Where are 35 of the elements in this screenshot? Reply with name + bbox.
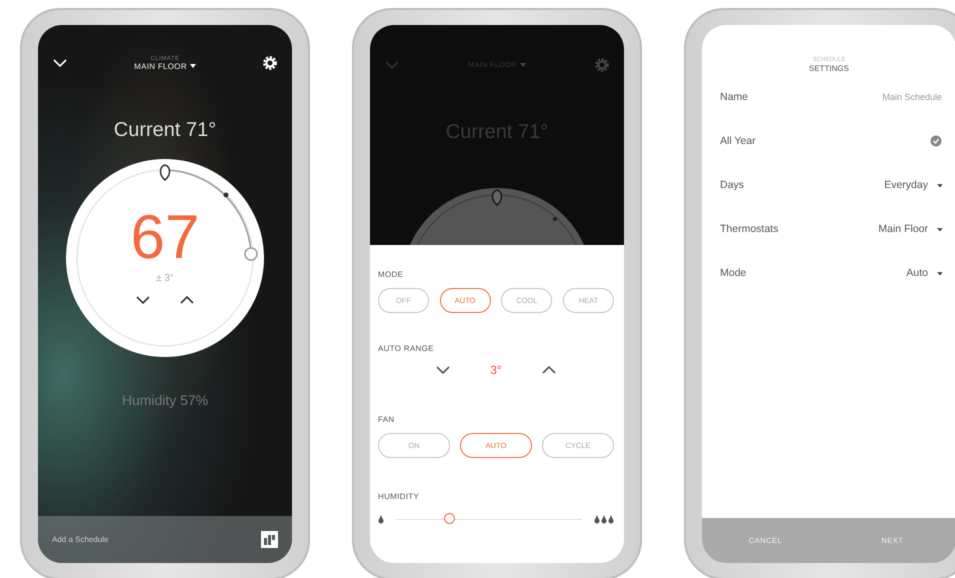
- section-label: MODE: [378, 270, 404, 279]
- caret-icon[interactable]: [190, 64, 196, 68]
- row-label: All Year: [720, 135, 756, 147]
- slider-thumb[interactable]: [444, 513, 455, 524]
- chevron-down-icon[interactable]: [52, 57, 68, 69]
- drops-icon: [594, 514, 614, 524]
- name-value[interactable]: Main Schedule: [882, 92, 942, 102]
- thermostat-name[interactable]: MAIN FLOOR: [134, 62, 187, 70]
- temperature-range: ± 3°: [156, 273, 174, 284]
- humidity-reading: Humidity 57%: [122, 392, 208, 408]
- section-label: FAN: [378, 415, 396, 424]
- dropdown[interactable]: Main Floor: [878, 223, 942, 235]
- section-label: AUTO RANGE: [378, 344, 435, 353]
- add-schedule-link[interactable]: Add a Schedule: [52, 535, 108, 544]
- caret-icon: [937, 272, 942, 274]
- checkbox[interactable]: [930, 135, 942, 147]
- dropdown[interactable]: Auto: [906, 267, 942, 279]
- row-label: Name: [720, 91, 748, 103]
- row-label: Thermostats: [720, 223, 778, 235]
- chevron-down-icon[interactable]: [435, 364, 452, 376]
- thermostat-dial[interactable]: 67 ± 3°: [66, 159, 264, 357]
- screen-title: SETTINGS: [808, 64, 849, 73]
- chevron-up-icon[interactable]: [179, 294, 195, 306]
- section-label: HUMIDITY: [378, 492, 420, 501]
- range-value: 3°: [490, 363, 502, 377]
- row-label: Mode: [720, 267, 746, 279]
- current-temperature: Current 71°: [114, 119, 216, 142]
- caret-icon: [937, 184, 942, 186]
- drop-icon: [378, 514, 384, 524]
- row-label: Days: [720, 179, 744, 191]
- dropdown[interactable]: Everyday: [884, 179, 942, 191]
- chevron-up-icon[interactable]: [540, 364, 557, 376]
- chevron-down-icon[interactable]: [135, 294, 151, 306]
- caret-icon: [937, 228, 942, 230]
- setpoint-temperature: 67: [130, 207, 200, 269]
